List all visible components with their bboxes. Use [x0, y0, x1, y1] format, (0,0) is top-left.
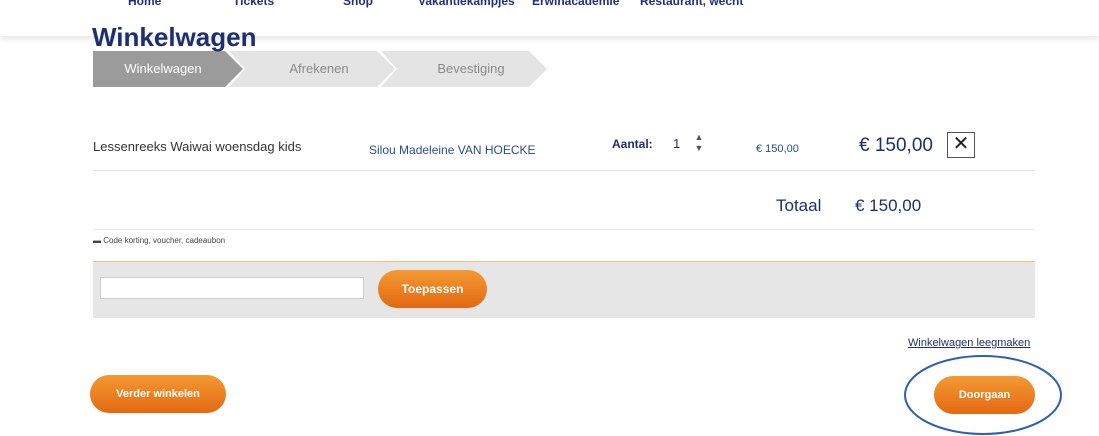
step-label: Winkelwagen [124, 61, 202, 76]
product-name: Lessenreeks Waiwai woensdag kids [93, 139, 302, 154]
continue-shopping-button[interactable]: Verder winkelen [90, 375, 226, 413]
quantity-spinner[interactable]: ▲ ▼ [693, 132, 705, 156]
participant-name[interactable]: Silou Madeleine VAN HOECKE [369, 143, 536, 157]
nav-item-vakantiekampjes[interactable]: Vakantiekampjes [418, 0, 515, 8]
chevron-up-icon[interactable]: ▲ [693, 132, 705, 143]
nav-item-erwinacademie[interactable]: Erwinacademie [532, 0, 619, 8]
quantity-value[interactable]: 1 [673, 136, 680, 151]
checkout-steps: Winkelwagen Afrekenen Bevestiging [93, 51, 553, 87]
coupon-panel: Toepassen [93, 261, 1035, 318]
unit-price: € 150,00 [756, 143, 799, 155]
total-value: € 150,00 [855, 196, 922, 215]
coupon-input[interactable] [100, 277, 364, 299]
proceed-button[interactable]: Doorgaan [934, 376, 1035, 414]
step-label: Afrekenen [289, 61, 349, 76]
nav-item-restaurant[interactable]: Restaurant, wecht [640, 0, 743, 8]
quantity-label: Aantal: [612, 137, 653, 151]
total-label: Totaal [776, 196, 822, 215]
coupon-toggle-label: Code korting, voucher, cadeaubon [103, 236, 226, 245]
coupon-toggle[interactable]: ▬ Code korting, voucher, cadeaubon [93, 236, 225, 245]
close-icon: ✕ [952, 133, 970, 155]
nav-item-shop[interactable]: Shop [343, 0, 373, 8]
apply-coupon-button[interactable]: Toepassen [378, 270, 487, 308]
step-label: Bevestiging [437, 61, 505, 76]
nav-item-tickets[interactable]: Tickets [233, 0, 274, 8]
chevron-down-icon[interactable]: ▼ [693, 143, 705, 154]
remove-item-button[interactable]: ✕ [947, 132, 975, 158]
nav-item-home[interactable]: Home [128, 0, 161, 8]
divider [93, 229, 1035, 230]
step-afrekenen: Afrekenen [229, 51, 395, 87]
line-total: € 150,00 [859, 135, 933, 156]
page-title: Winkelwagen [92, 22, 257, 52]
empty-cart-link[interactable]: Winkelwagen leegmaken [908, 337, 1030, 349]
step-bevestiging: Bevestiging [381, 51, 547, 87]
quantity-stepper[interactable]: 1 ▲ ▼ [661, 130, 705, 156]
divider [93, 170, 1035, 171]
minus-icon: ▬ [93, 236, 104, 245]
step-winkelwagen: Winkelwagen [93, 51, 243, 87]
